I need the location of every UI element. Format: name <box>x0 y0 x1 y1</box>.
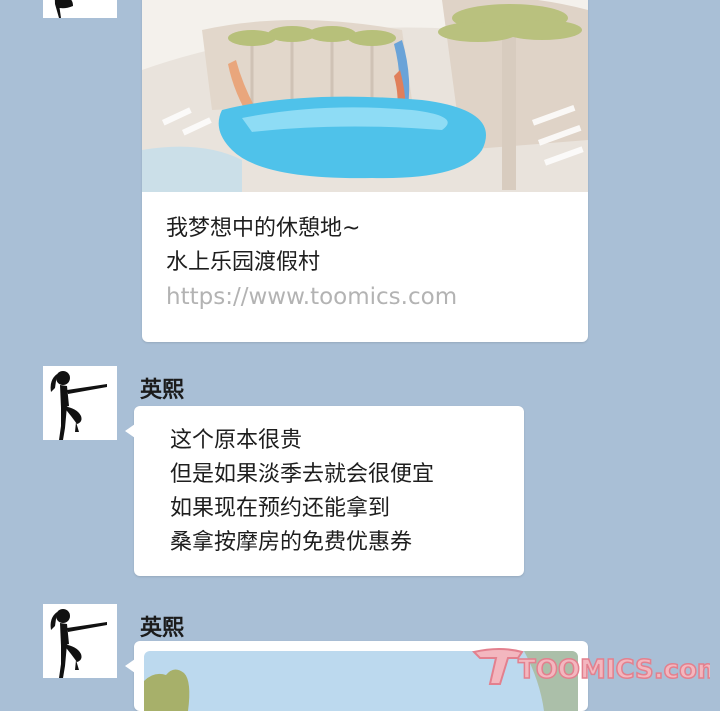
chat-screen: { "messages": [ { "type": "link-preview"… <box>0 0 720 711</box>
toomics-watermark-logo: TOOMICS.com <box>470 644 720 692</box>
sender-name: 英熙 <box>140 378 185 403</box>
watermark-text: TOOMICS.com <box>518 655 710 685</box>
avatar-figure-icon <box>50 371 107 440</box>
avatar[interactable] <box>43 366 117 440</box>
link-preview-bubble[interactable]: 我梦想中的休憩地~ 水上乐园渡假村 https://www.toomics.co… <box>142 0 588 342</box>
message-line-1: 这个原本很贵 <box>170 428 303 453</box>
message-line-2: 但是如果淡季去就会很便宜 <box>170 462 435 487</box>
message-line-3: 如果现在预约还能拿到 <box>170 496 391 521</box>
avatar[interactable] <box>43 0 117 18</box>
link-preview-title-line-1: 我梦想中的休憩地~ <box>166 216 361 241</box>
message-bubble[interactable]: 这个原本很贵 但是如果淡季去就会很便宜 如果现在预约还能拿到 桑拿按摩房的免费优… <box>125 406 524 576</box>
bubble-tail <box>125 424 135 438</box>
sender-name: 英熙 <box>140 616 185 641</box>
link-preview-url[interactable]: https://www.toomics.com <box>166 280 457 314</box>
link-preview-title-line-2: 水上乐园渡假村 <box>166 250 321 275</box>
bubble-tail <box>125 659 135 673</box>
water-park-illustration <box>142 0 588 192</box>
avatar[interactable] <box>43 604 117 678</box>
message-line-4: 桑拿按摩房的免费优惠券 <box>170 530 413 555</box>
avatar-figure-icon <box>54 0 73 18</box>
avatar-figure-icon <box>50 609 107 678</box>
link-preview-image[interactable] <box>142 0 588 192</box>
